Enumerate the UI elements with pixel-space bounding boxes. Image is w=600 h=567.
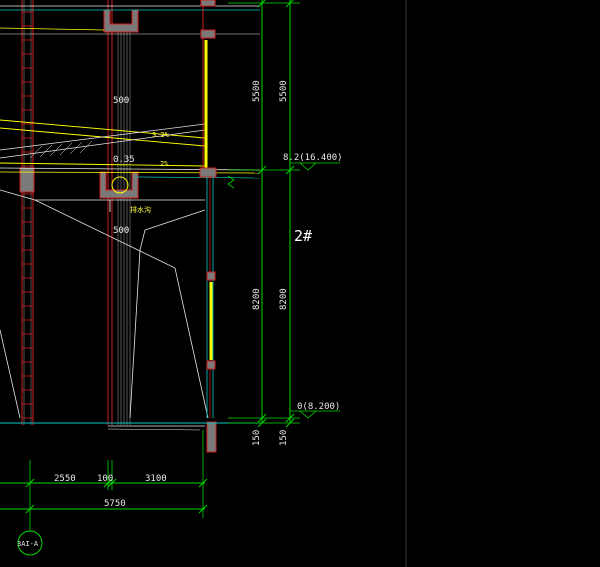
dim-150-outer: 150 <box>252 430 262 446</box>
dim-3100: 3100 <box>145 474 167 484</box>
cad-drawing-canvas[interactable]: 5500 5500 8200 8200 150 150 2550 100 310… <box>0 0 600 567</box>
dim-150-inner: 150 <box>279 430 289 446</box>
level-label-ground: 0(8.200) <box>297 402 340 412</box>
dim-8200-inner: 8200 <box>279 288 289 310</box>
dim-5750: 5750 <box>104 499 126 509</box>
right-wall <box>199 0 235 453</box>
left-column-ladder <box>19 0 35 425</box>
ramp-note: 3.2% <box>152 131 170 139</box>
level-marker-upper <box>290 162 340 171</box>
note-500-a: 500 <box>113 96 129 106</box>
dim-8200-outer: 8200 <box>252 288 262 310</box>
note-500-b: 500 <box>113 226 129 236</box>
dim-100: 100 <box>97 474 113 484</box>
ladder-rungs <box>22 11 33 419</box>
building-number: 2# <box>294 227 312 245</box>
dim-5500-outer: 5500 <box>252 80 262 102</box>
slope-note: 2% <box>160 160 169 168</box>
level-035: 0.35 <box>113 155 135 165</box>
level-label-upper: 8.2(16.400) <box>283 153 343 163</box>
drain-note: 排水沟 <box>130 205 151 214</box>
dim-5500-inner: 5500 <box>279 80 289 102</box>
level-marker-ground <box>290 410 340 419</box>
dim-2550: 2550 <box>54 474 76 484</box>
axis-bubble-label: 3AI-A <box>17 540 39 548</box>
vertical-dimensions <box>228 0 300 428</box>
